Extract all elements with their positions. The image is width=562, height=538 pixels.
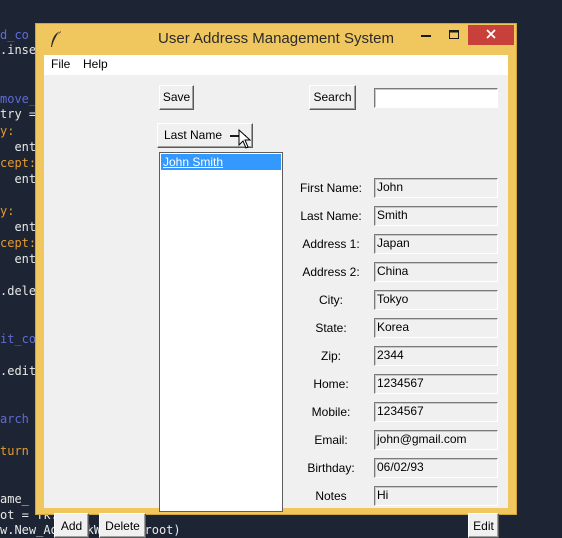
code-line: it_co xyxy=(0,332,37,346)
client-area: File Help Save Search Last Name John Smi… xyxy=(44,55,508,538)
code-line: move_ xyxy=(0,92,37,106)
search-input[interactable] xyxy=(374,88,498,108)
code-line: turn xyxy=(0,444,29,458)
maximize-icon xyxy=(449,30,459,39)
code-line: .dele xyxy=(0,284,37,298)
code-line: .edit xyxy=(0,364,37,378)
address-1-field[interactable]: Japan xyxy=(374,234,498,254)
app-window: User Address Management System File Help… xyxy=(35,23,517,538)
field-label-zip: Zip: xyxy=(320,349,341,363)
code-line: cept: xyxy=(0,156,37,170)
code-line: y: xyxy=(0,204,15,218)
mouse-cursor-icon xyxy=(238,129,252,149)
add-button[interactable]: Add xyxy=(54,513,89,538)
field-label-city: City: xyxy=(319,293,343,307)
field-label-address-2: Address 2: xyxy=(302,265,360,279)
field-label-first-name: First Name: xyxy=(299,181,362,195)
sort-dropdown-value: Last Name xyxy=(164,128,223,142)
code-line: ent xyxy=(0,140,37,154)
mobile-phone-field[interactable]: 1234567 xyxy=(374,402,498,422)
field-label-state: State: xyxy=(315,321,347,335)
maximize-button[interactable] xyxy=(440,25,468,45)
save-button[interactable]: Save xyxy=(159,85,194,110)
contacts-listbox[interactable]: John Smith xyxy=(159,152,283,512)
delete-button[interactable]: Delete xyxy=(99,513,146,538)
city-field[interactable]: Tokyo xyxy=(374,290,498,310)
field-label-last-name: Last Name: xyxy=(300,209,362,223)
code-line: ent xyxy=(0,220,37,234)
code-line: cept: xyxy=(0,236,37,250)
minimize-button[interactable] xyxy=(412,25,440,45)
title-bar[interactable]: User Address Management System xyxy=(36,24,516,55)
menu-file[interactable]: File xyxy=(51,57,70,71)
code-line: y: xyxy=(0,124,15,138)
field-label-email: Email: xyxy=(314,433,348,447)
email-field[interactable]: john@gmail.com xyxy=(374,430,498,450)
home-phone-field[interactable]: 1234567 xyxy=(374,374,498,394)
first-name-field[interactable]: John xyxy=(374,178,498,198)
code-line: arch xyxy=(0,412,29,426)
address-2-field[interactable]: China xyxy=(374,262,498,282)
menu-help[interactable]: Help xyxy=(83,57,108,71)
code-line: ame_ xyxy=(0,492,29,506)
close-button[interactable] xyxy=(468,25,514,45)
close-icon xyxy=(486,29,496,39)
code-line: w.New_AddBookWindow(root) xyxy=(0,523,181,537)
code-line: ent xyxy=(0,172,37,186)
last-name-field[interactable]: Smith xyxy=(374,206,498,226)
code-line: ent xyxy=(0,252,37,266)
minimize-icon xyxy=(421,35,431,37)
field-label-address-1: Address 1: xyxy=(302,237,360,251)
field-label-notes: Notes xyxy=(315,489,347,503)
search-button[interactable]: Search xyxy=(309,85,356,110)
field-label-birthday: Birthday: xyxy=(307,461,355,475)
field-label-mobile: Mobile: xyxy=(311,405,351,419)
code-line: d_co xyxy=(0,28,29,42)
notes-field[interactable]: Hi xyxy=(374,486,498,506)
state-field[interactable]: Korea xyxy=(374,318,498,338)
edit-button[interactable]: Edit xyxy=(468,513,499,538)
list-item[interactable]: John Smith xyxy=(161,154,281,170)
menu-bar: File Help xyxy=(44,55,508,75)
field-label-home: Home: xyxy=(313,377,349,391)
code-line: try = xyxy=(0,107,37,121)
birthday-field[interactable]: 06/02/93 xyxy=(374,458,498,478)
code-line: .inse xyxy=(0,43,37,57)
zip-field[interactable]: 2344 xyxy=(374,346,498,366)
